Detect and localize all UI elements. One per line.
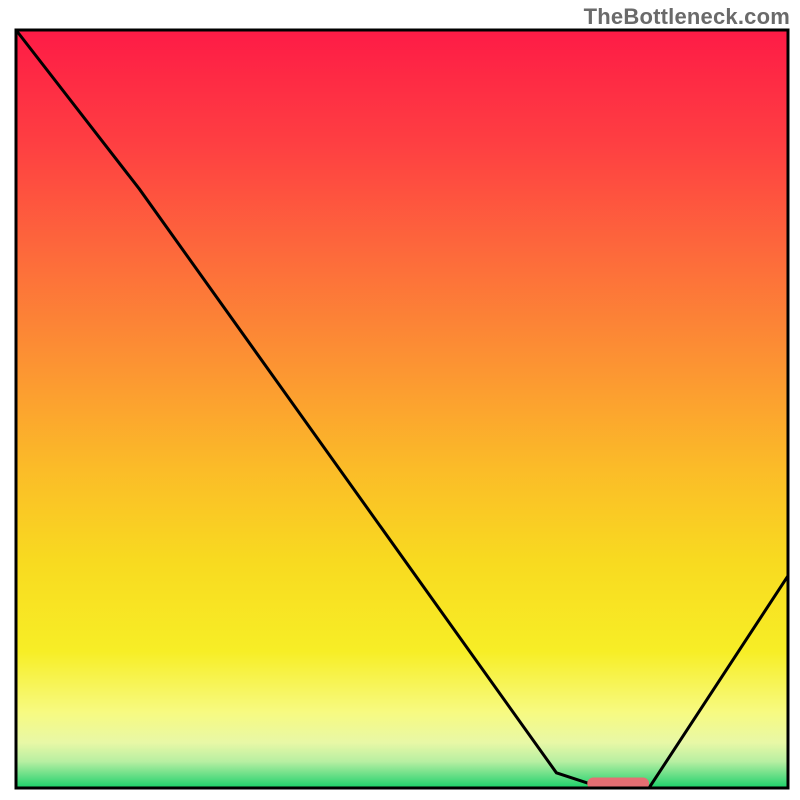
bottleneck-chart: TheBottleneck.com <box>0 0 800 800</box>
chart-gradient-background <box>16 30 788 788</box>
watermark-text: TheBottleneck.com <box>584 4 790 30</box>
chart-svg <box>0 0 800 800</box>
